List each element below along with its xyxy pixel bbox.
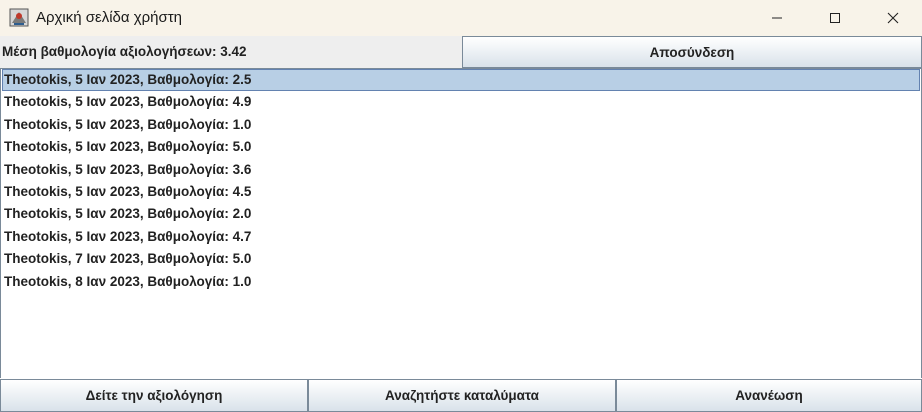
review-list-item[interactable]: Theotokis, 7 Ιαν 2023, Βαθμολογία: 5.0 <box>2 248 920 270</box>
maximize-icon <box>830 13 840 23</box>
refresh-button[interactable]: Ανανέωση <box>616 379 922 412</box>
average-rating-label: Μέση βαθμολογία αξιολογήσεων: 3.42 <box>2 44 247 59</box>
window-title: Αρχική σελίδα χρήστη <box>36 9 182 26</box>
search-accommodations-button[interactable]: Αναζητήστε καταλύματα <box>308 379 616 412</box>
minimize-icon <box>772 17 782 19</box>
review-list-item[interactable]: Theotokis, 5 Ιαν 2023, Βαθμολογία: 4.5 <box>2 181 920 203</box>
minimize-button[interactable] <box>748 0 806 36</box>
view-review-button[interactable]: Δείτε την αξιολόγηση <box>0 379 308 412</box>
maximize-button[interactable] <box>806 0 864 36</box>
reviews-list[interactable]: Theotokis, 5 Ιαν 2023, Βαθμολογία: 2.5 Th… <box>0 68 922 378</box>
title-bar: Αρχική σελίδα χρήστη <box>0 0 922 36</box>
close-icon <box>887 12 899 24</box>
java-app-icon <box>9 8 29 27</box>
review-list-item[interactable]: Theotokis, 5 Ιαν 2023, Βαθμολογία: 1.0 <box>2 114 920 136</box>
logout-button[interactable]: Αποσύνδεση <box>462 36 922 68</box>
close-button[interactable] <box>864 0 922 36</box>
review-list-item[interactable]: Theotokis, 5 Ιαν 2023, Βαθμολογία: 4.9 <box>2 91 920 113</box>
review-list-item[interactable]: Theotokis, 5 Ιαν 2023, Βαθμολογία: 2.0 <box>2 203 920 225</box>
review-list-item[interactable]: Theotokis, 5 Ιαν 2023, Βαθμολογία: 5.0 <box>2 136 920 158</box>
review-list-item[interactable]: Theotokis, 5 Ιαν 2023, Βαθμολογία: 2.5 <box>2 69 920 91</box>
review-list-item[interactable]: Theotokis, 5 Ιαν 2023, Βαθμολογία: 4.7 <box>2 226 920 248</box>
review-list-item[interactable]: Theotokis, 8 Ιαν 2023, Βαθμολογία: 1.0 <box>2 271 920 293</box>
review-list-item[interactable]: Theotokis, 5 Ιαν 2023, Βαθμολογία: 3.6 <box>2 159 920 181</box>
